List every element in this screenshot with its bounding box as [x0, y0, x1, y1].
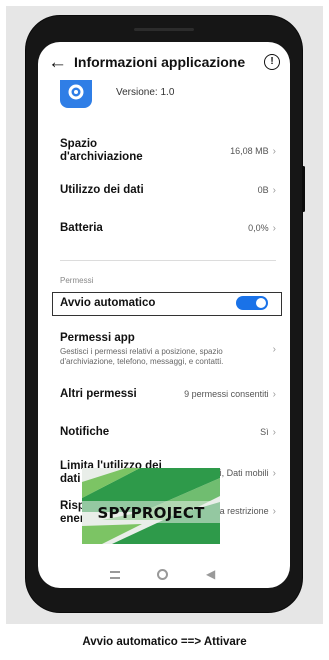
spyproject-logo: SPYPROJECT	[82, 468, 220, 544]
page-title: Informazioni applicazione	[74, 54, 246, 70]
storage-value: 16,08 MB ›	[230, 146, 276, 157]
data-usage-row[interactable]: Utilizzo dei dati 0B ›	[60, 184, 276, 197]
navigation-bar: ◀	[38, 566, 290, 586]
app-gear-icon	[60, 80, 92, 108]
logo-text: SPYPROJECT	[97, 504, 205, 522]
back-arrow-icon[interactable]: ←	[48, 53, 67, 73]
divider	[60, 260, 276, 261]
chevron-right-icon: ›	[272, 223, 276, 234]
data-usage-label: Utilizzo dei dati	[60, 184, 144, 196]
side-button	[302, 166, 305, 212]
app-version: Versione: 1.0	[116, 87, 175, 98]
other-permissions-row[interactable]: Altri permessi 9 permessi consentiti ›	[60, 388, 276, 401]
chevron-right-icon: ›	[272, 344, 276, 355]
app-permissions-row[interactable]: Permessi app Gestisci i permessi relativ…	[60, 332, 276, 367]
chevron-right-icon: ›	[272, 389, 276, 400]
notifications-label: Notifiche	[60, 426, 110, 438]
chevron-right-icon: ›	[272, 146, 276, 157]
battery-value: 0,0% ›	[248, 223, 276, 234]
nav-home-icon[interactable]	[157, 569, 168, 580]
storage-row[interactable]: Spazio d'archiviazione 16,08 MB ›	[60, 138, 276, 164]
info-icon[interactable]: !	[264, 54, 280, 70]
battery-label: Batteria	[60, 222, 103, 234]
toggle-knob	[256, 298, 266, 308]
autostart-row[interactable]: Avvio automatico	[60, 292, 276, 316]
notifications-row[interactable]: Notifiche Sì ›	[60, 426, 276, 439]
app-permissions-description: Gestisci i permessi relativi a posizione…	[60, 347, 224, 366]
chevron-right-icon: ›	[272, 468, 276, 479]
nav-back-icon[interactable]: ◀	[206, 567, 215, 581]
nav-menu-icon[interactable]	[110, 571, 120, 579]
app-bar: ← Informazioni applicazione !	[38, 50, 290, 78]
other-permissions-value: 9 permessi consentiti ›	[184, 389, 276, 400]
chevron-right-icon: ›	[272, 506, 276, 517]
app-permissions-label: Permessi app	[60, 332, 135, 344]
notifications-value: Sì ›	[260, 427, 276, 438]
chevron-right-icon: ›	[272, 185, 276, 196]
speaker	[134, 28, 194, 31]
caption: Avvio automatico ==> Attivare	[82, 636, 247, 648]
autostart-toggle[interactable]	[236, 296, 268, 310]
storage-label: Spazio d'archiviazione	[60, 138, 143, 163]
chevron-right-icon: ›	[272, 427, 276, 438]
data-usage-value: 0B ›	[257, 185, 276, 196]
permissions-section-label: Permessi	[60, 276, 94, 285]
battery-row[interactable]: Batteria 0,0% ›	[60, 222, 276, 235]
